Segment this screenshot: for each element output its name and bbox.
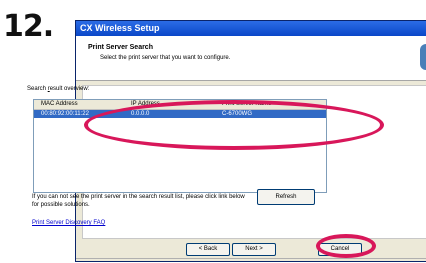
hint-text: If you can not see the print server in t… [32,194,245,208]
back-button[interactable]: < Back [186,243,230,256]
highlight-oval-next [316,234,376,258]
highlight-oval-row [84,100,384,150]
column-mac[interactable]: MAC Address [41,100,78,109]
step-number: 12. [3,9,54,44]
faq-link[interactable]: Print Server Discovery FAQ [32,220,105,226]
next-button[interactable]: Next > [232,243,276,256]
brand-logo-icon [420,44,426,70]
list-label: Search result overview: [27,86,90,92]
header-subtitle: Select the print server that you want to… [100,55,231,61]
header-title: Print Server Search [88,44,153,51]
wizard-header: Print Server Search Select the print ser… [76,36,426,81]
cell-mac: 00:80:92:00:11:22 [41,111,89,117]
footer-divider [76,258,426,259]
window-title: CX Wireless Setup [76,21,426,36]
refresh-button[interactable]: Refresh [257,189,315,205]
